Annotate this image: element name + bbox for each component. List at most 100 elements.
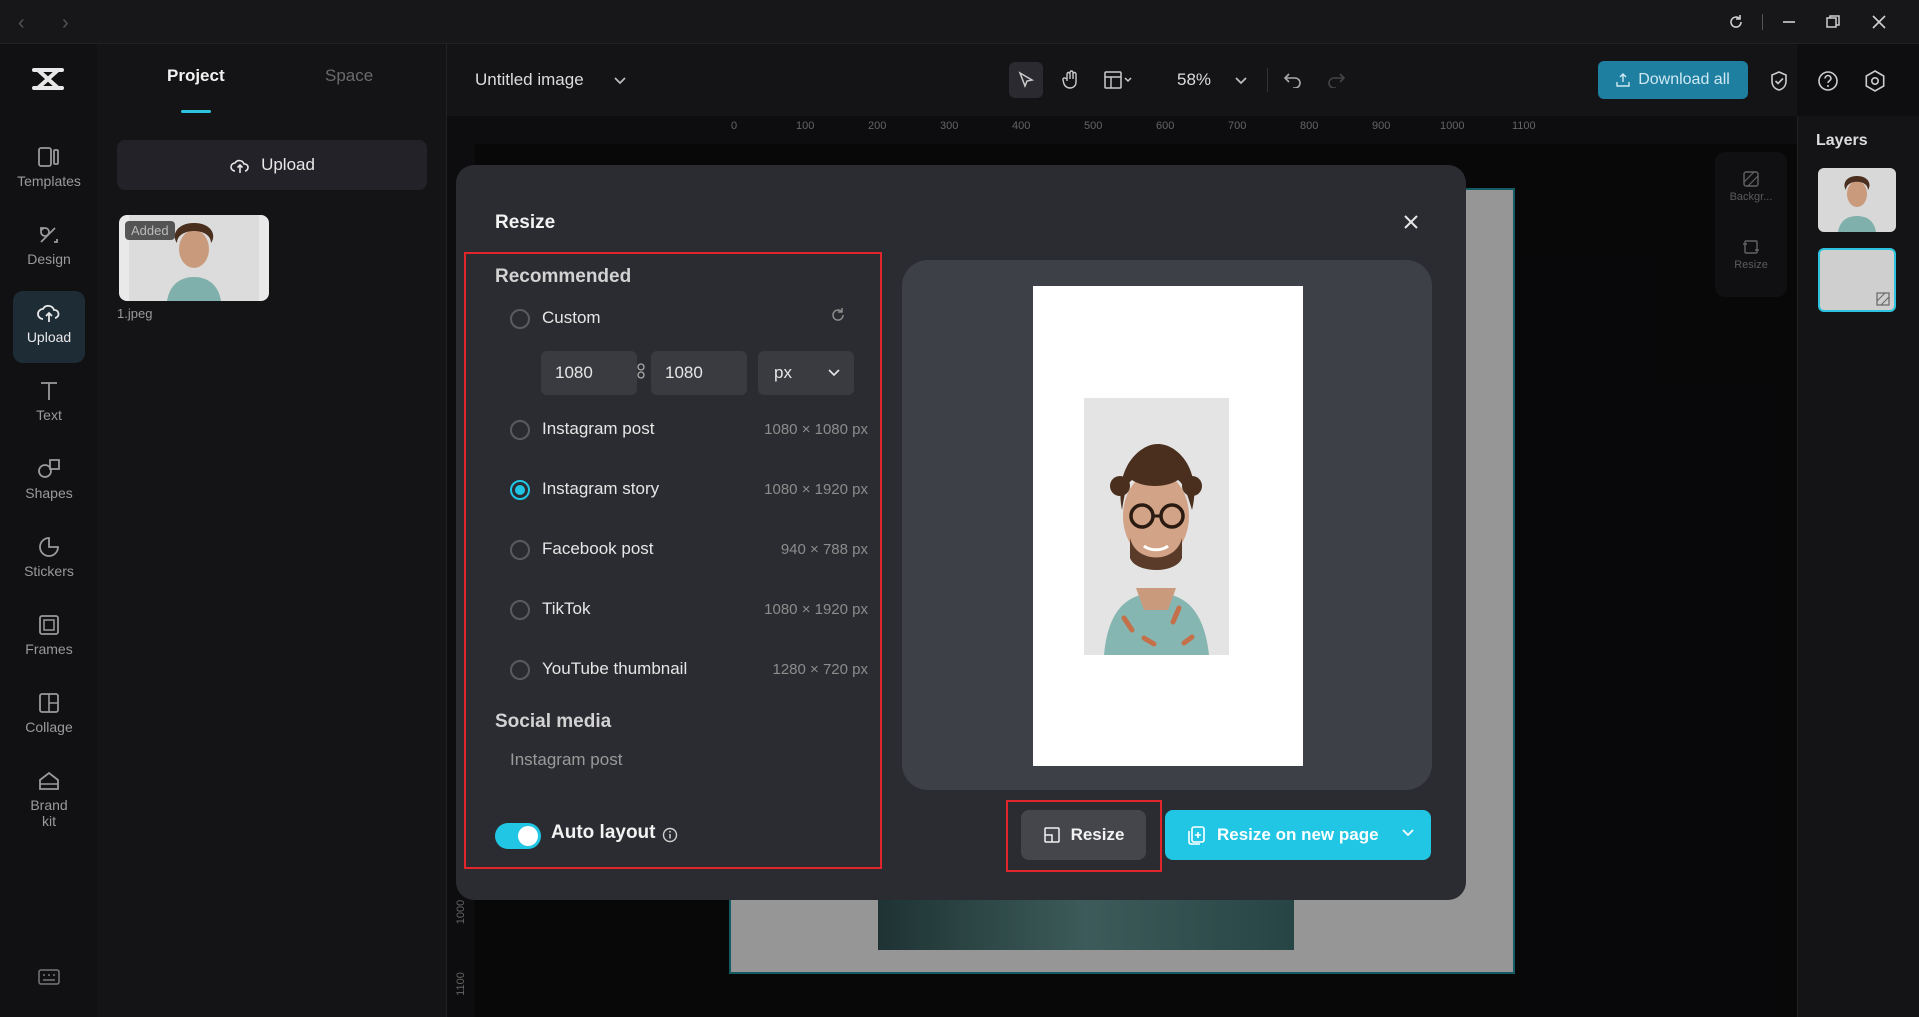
auto-layout-toggle[interactable] <box>495 823 541 849</box>
rail-shapes[interactable]: Shapes <box>13 447 85 519</box>
upload-label: Upload <box>261 155 315 175</box>
editor-header: Untitled image 58% Download all <box>447 44 1797 116</box>
upload-cloud-icon <box>229 156 251 174</box>
rail-brand-kit[interactable]: Brand kit <box>13 759 85 849</box>
portrait-preview-image <box>1084 398 1229 655</box>
resize-preview-panel <box>902 260 1432 790</box>
option-custom[interactable]: Custom <box>510 304 860 334</box>
preview-photo <box>1084 398 1229 655</box>
option-dimensions: 1080 × 1920 px <box>764 601 868 618</box>
radio-instagram-story[interactable] <box>510 480 530 500</box>
share-icon <box>1616 73 1630 87</box>
option-label: TikTok <box>542 599 591 619</box>
info-icon[interactable] <box>662 827 678 843</box>
tab-space[interactable]: Space <box>325 66 373 86</box>
rail-label: Shapes <box>13 485 85 501</box>
tab-project[interactable]: Project <box>167 66 225 86</box>
layout-tool-button[interactable] <box>1097 62 1141 98</box>
refresh-icon[interactable] <box>1728 14 1744 30</box>
chevron-down-icon[interactable] <box>1401 828 1415 838</box>
title-chevron-down-icon[interactable] <box>613 76 627 86</box>
resize-on-new-page-label: Resize on new page <box>1217 825 1379 845</box>
option-label: Instagram story <box>542 479 659 499</box>
layer-photo-thumbnail <box>1818 168 1896 232</box>
download-all-button[interactable]: Download all <box>1598 61 1748 99</box>
rail-upload[interactable]: Upload <box>13 291 85 363</box>
background-layer-icon <box>1876 292 1890 306</box>
undo-icon[interactable] <box>1283 70 1303 88</box>
rail-collage[interactable]: Collage <box>13 681 85 753</box>
upload-cloud-icon <box>36 301 62 325</box>
restore-icon[interactable] <box>1825 14 1841 30</box>
rail-stickers[interactable]: Stickers <box>13 525 85 597</box>
redo-icon[interactable] <box>1326 70 1346 88</box>
keyboard-icon[interactable] <box>38 969 60 985</box>
project-panel: Project Space Upload Added 1.jpeg <box>97 44 447 1017</box>
minimize-icon[interactable] <box>1781 14 1797 30</box>
radio-instagram-post[interactable] <box>510 420 530 440</box>
height-input[interactable]: 1080 <box>651 351 747 395</box>
unit-value: px <box>774 363 792 382</box>
option-tiktok[interactable]: TikTok 1080 × 1920 px <box>510 595 860 625</box>
layer-background[interactable] <box>1818 248 1896 312</box>
close-window-icon[interactable] <box>1871 14 1887 30</box>
link-ratio-icon[interactable] <box>636 363 646 379</box>
upload-button[interactable]: Upload <box>117 140 427 190</box>
radio-tiktok[interactable] <box>510 600 530 620</box>
title-bar: ‹ › <box>0 0 1919 44</box>
rail-label: Templates <box>13 173 85 189</box>
rail-design[interactable]: Design <box>13 213 85 285</box>
collage-icon <box>36 691 62 715</box>
zoom-chevron-down-icon[interactable] <box>1234 76 1248 86</box>
hand-tool-button[interactable] <box>1054 62 1088 98</box>
uploaded-image-thumbnail[interactable]: Added <box>119 215 269 301</box>
select-tool-button[interactable] <box>1009 62 1043 98</box>
option-instagram-story[interactable]: Instagram story 1080 × 1920 px <box>510 475 860 505</box>
forward-arrow-icon[interactable]: › <box>62 12 69 35</box>
option-dimensions: 1080 × 1080 px <box>764 421 868 438</box>
resize-on-new-page-button[interactable]: Resize on new page <box>1165 810 1431 860</box>
preview-page <box>1033 286 1303 766</box>
layout-icon <box>1104 71 1134 89</box>
rail-label: Text <box>13 407 85 423</box>
reset-icon[interactable] <box>830 307 846 323</box>
layer-photo[interactable] <box>1818 168 1896 232</box>
resize-dialog: Resize Recommended Custom 1080 1080 px I… <box>456 165 1466 900</box>
added-badge: Added <box>125 221 175 240</box>
option-label: Instagram post <box>542 419 654 439</box>
unit-select[interactable]: px <box>758 351 854 395</box>
rail-label: Upload <box>13 329 85 345</box>
option-instagram-post[interactable]: Instagram post 1080 × 1080 px <box>510 415 860 445</box>
new-page-icon <box>1187 825 1207 845</box>
help-icon[interactable] <box>1817 70 1839 92</box>
close-icon[interactable] <box>1396 207 1426 237</box>
option-label: YouTube thumbnail <box>542 659 687 679</box>
layers-title: Layers <box>1816 132 1868 150</box>
document-title[interactable]: Untitled image <box>475 70 584 90</box>
recommended-heading: Recommended <box>495 266 631 288</box>
resize-button[interactable]: Resize <box>1021 810 1146 860</box>
rail-frames[interactable]: Frames <box>13 603 85 675</box>
design-icon <box>36 223 62 247</box>
capcut-logo-icon[interactable] <box>30 64 66 94</box>
shield-check-icon[interactable] <box>1769 70 1789 92</box>
resize-button-label: Resize <box>1071 825 1125 845</box>
radio-custom[interactable] <box>510 309 530 329</box>
back-arrow-icon[interactable]: ‹ <box>18 12 25 35</box>
settings-gear-icon[interactable] <box>1864 70 1886 92</box>
pointer-icon <box>1017 71 1035 89</box>
social-option-instagram-post[interactable]: Instagram post <box>510 750 622 770</box>
active-tab-indicator <box>181 110 211 113</box>
option-youtube-thumbnail[interactable]: YouTube thumbnail 1280 × 720 px <box>510 655 860 685</box>
rail-text[interactable]: Text <box>13 369 85 441</box>
zoom-level[interactable]: 58% <box>1177 70 1211 90</box>
width-input[interactable]: 1080 <box>541 351 637 395</box>
option-dimensions: 940 × 788 px <box>781 541 868 558</box>
option-facebook-post[interactable]: Facebook post 940 × 788 px <box>510 535 860 565</box>
rail-label: Frames <box>13 641 85 657</box>
radio-facebook-post[interactable] <box>510 540 530 560</box>
titlebar-divider <box>1762 14 1763 30</box>
rail-templates[interactable]: Templates <box>13 135 85 207</box>
frames-icon <box>36 613 62 637</box>
radio-youtube-thumbnail[interactable] <box>510 660 530 680</box>
